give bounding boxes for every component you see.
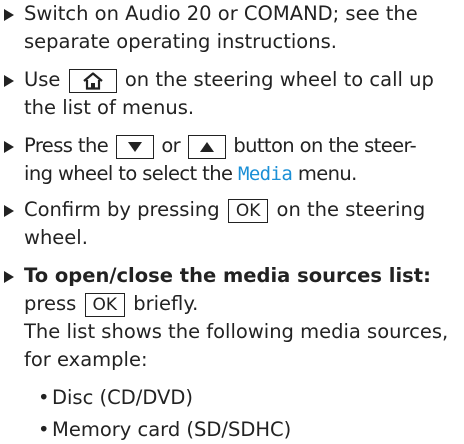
- instruction-step-3: Press the or button on the steer- ing wh…: [0, 132, 462, 188]
- step-5-description: The list shows the following media sourc…: [24, 320, 449, 371]
- step-2-pre: Use: [24, 68, 61, 91]
- down-triangle-icon: [127, 141, 143, 153]
- step-3-pre: Press the: [24, 134, 109, 157]
- ok-key: OK: [227, 198, 269, 223]
- step-3-post-line2b: menu.: [297, 162, 358, 185]
- bullet-triangle-icon: [4, 205, 14, 217]
- bullet-dot-icon: •: [38, 418, 50, 441]
- step-3-post-line2a: ing wheel to select the: [24, 162, 233, 185]
- step-5-action: press OK briefly.: [24, 290, 462, 318]
- instruction-step-5: To open/close the media sources list: pr…: [0, 262, 462, 374]
- media-source-item: • Disc (CD/DVD): [38, 384, 193, 412]
- up-key: [187, 134, 226, 159]
- step-3-text: Press the or button on the steer- ing wh…: [24, 132, 462, 188]
- instruction-page: Switch on Audio 20 or COMAND; see the se…: [0, 0, 464, 444]
- media-source-label: Disc (CD/DVD): [52, 386, 193, 409]
- step-3-post-line1: button on the steer-: [233, 134, 417, 157]
- step-5-heading: To open/close the media sources list:: [24, 264, 431, 287]
- bullet-triangle-icon: [4, 141, 14, 153]
- step-1-text: Switch on Audio 20 or COMAND; see the se…: [24, 2, 418, 53]
- home-key: [68, 68, 117, 93]
- home-icon: [82, 71, 104, 90]
- bullet-triangle-icon: [4, 9, 14, 21]
- instruction-step-4: Confirm by pressing OK on the steering w…: [0, 196, 462, 252]
- ok-key: OK: [84, 292, 126, 317]
- media-source-item: • Memory card (SD/SDHC): [38, 416, 291, 444]
- step-4-pre: Confirm by pressing: [24, 198, 220, 221]
- down-key: [115, 134, 154, 159]
- step-3-mid: or: [161, 134, 181, 157]
- step-5-text: To open/close the media sources list: pr…: [24, 262, 462, 374]
- step-5-pre: press: [24, 292, 77, 315]
- media-menu-label: Media: [238, 163, 293, 185]
- step-5-post: briefly.: [133, 292, 199, 315]
- instruction-step-2: Use on the steering wheel to call up the…: [0, 66, 462, 122]
- step-4-text: Confirm by pressing OK on the steering w…: [24, 196, 462, 252]
- instruction-step-1: Switch on Audio 20 or COMAND; see the se…: [0, 0, 462, 56]
- up-triangle-icon: [199, 141, 215, 153]
- step-2-text: Use on the steering wheel to call up the…: [24, 66, 462, 122]
- bullet-dot-icon: •: [38, 386, 50, 409]
- bullet-triangle-icon: [4, 75, 14, 87]
- media-source-label: Memory card (SD/SDHC): [52, 418, 292, 441]
- bullet-triangle-icon: [4, 271, 14, 283]
